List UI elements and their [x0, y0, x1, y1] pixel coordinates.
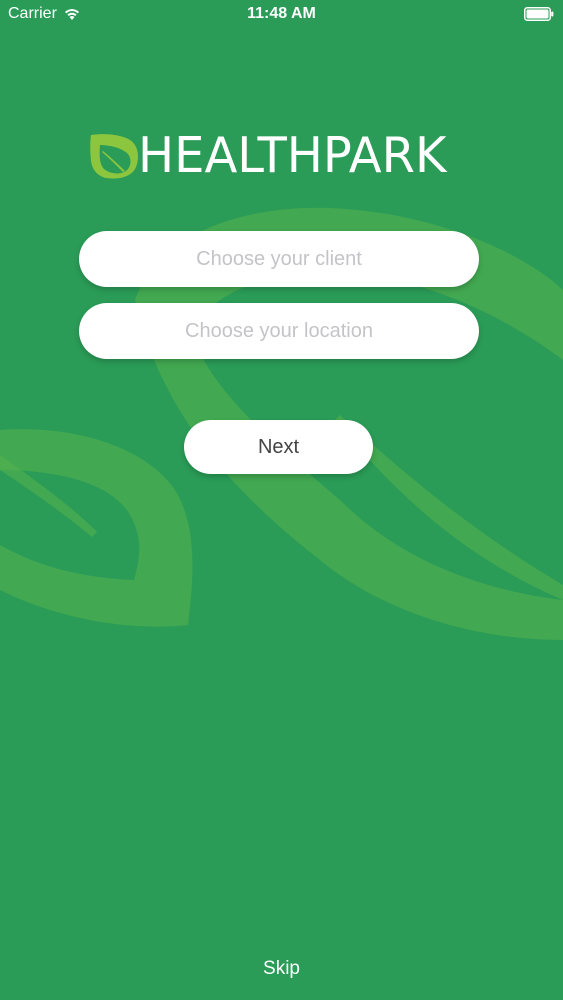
client-input[interactable] — [107, 246, 451, 272]
leaf-icon — [90, 134, 138, 179]
brand-name: HEALTHPARK — [138, 127, 447, 184]
brand-logo: HEALTHPARK — [88, 130, 453, 182]
next-button[interactable]: Next — [184, 420, 373, 474]
skip-link[interactable]: Skip — [0, 958, 563, 980]
status-bar: Carrier 11:48 AM — [0, 0, 563, 30]
location-field-container — [79, 303, 479, 359]
battery-icon — [524, 7, 554, 21]
client-field-container — [79, 231, 479, 287]
location-input[interactable] — [107, 318, 451, 344]
status-time: 11:48 AM — [247, 5, 316, 22]
login-screen: Carrier 11:48 AM HEALTHPARK Next — [0, 0, 563, 1000]
